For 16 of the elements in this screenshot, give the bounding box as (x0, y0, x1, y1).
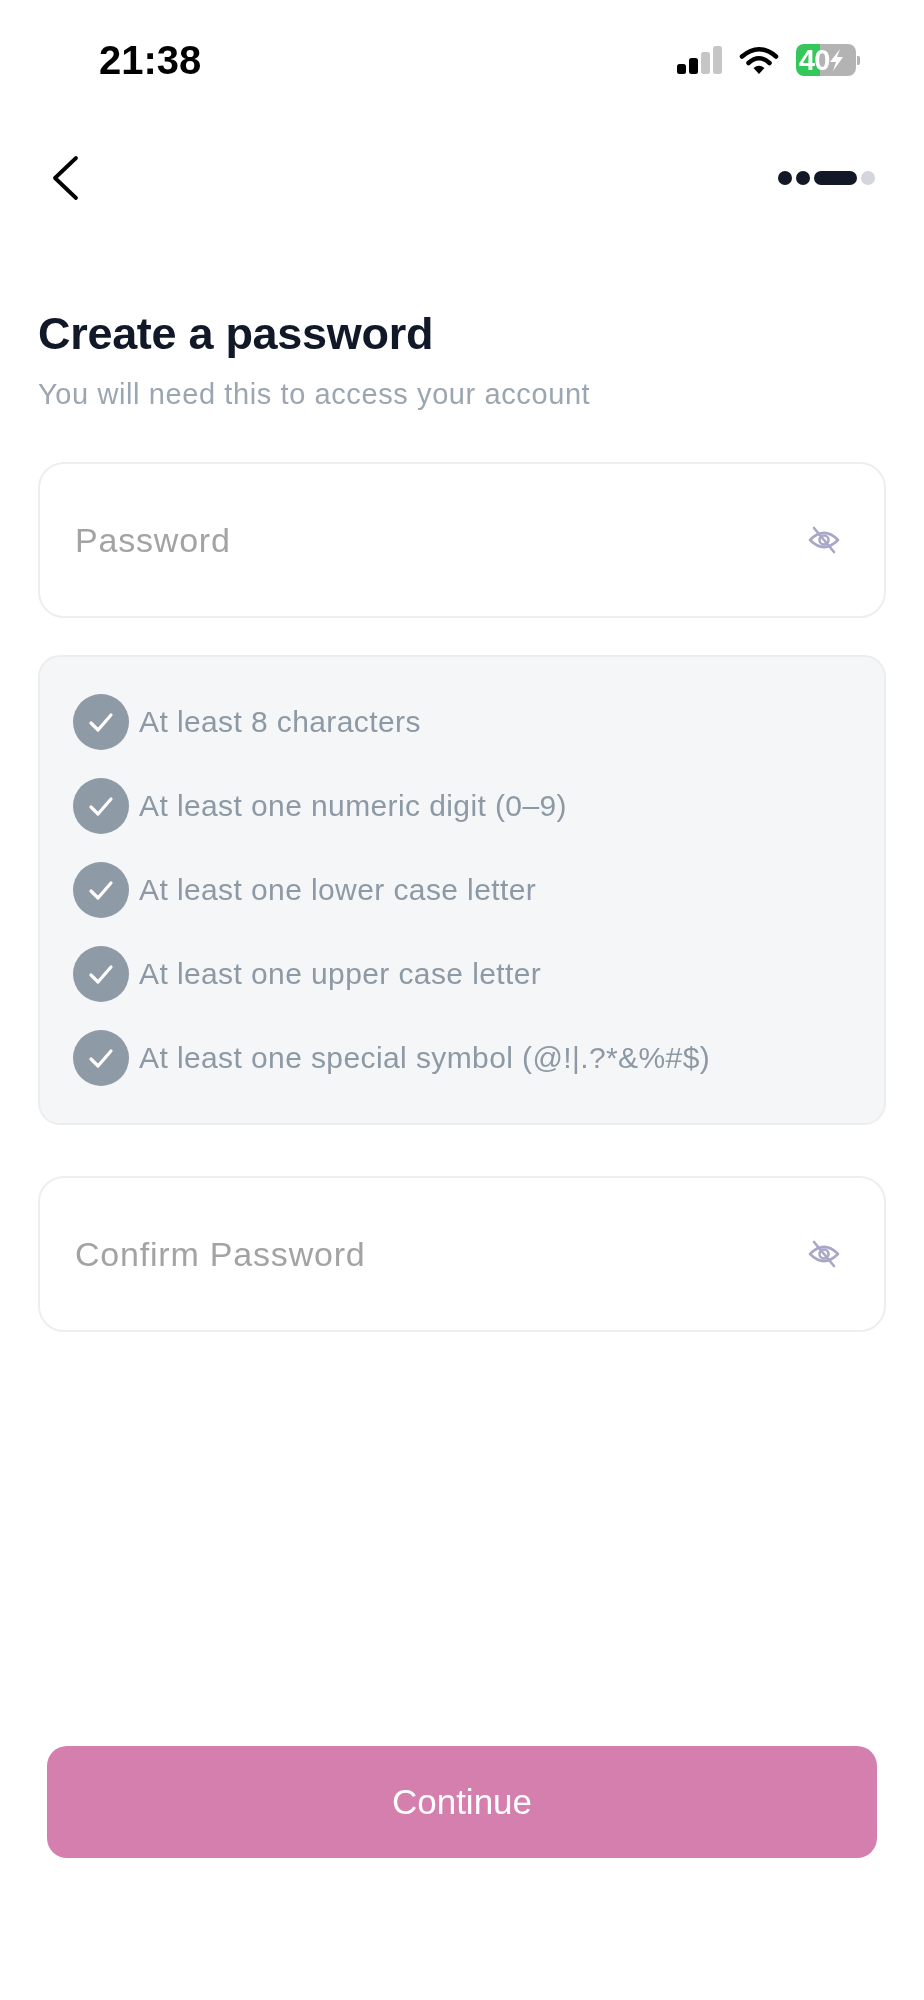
status-time: 21:38 (99, 40, 202, 80)
confirm-password-field[interactable]: Confirm Password (38, 1176, 886, 1332)
lightning-bolt-icon (830, 49, 844, 71)
password-field[interactable]: Password (38, 462, 886, 618)
eye-slash-icon[interactable] (808, 1239, 840, 1269)
back-chevron-icon[interactable] (50, 155, 80, 201)
requirement-text: At least 8 characters (139, 704, 421, 740)
requirement-text: At least one lower case letter (139, 872, 537, 908)
signal-icon (677, 46, 722, 74)
page-title: Create a password (38, 308, 435, 360)
wifi-icon (739, 45, 779, 75)
requirement-text: At least one special symbol (@!|.?*&%#$) (139, 1040, 711, 1076)
requirement-text: At least one upper case letter (139, 956, 542, 992)
page-subtitle: You will need this to access your account (38, 377, 592, 412)
eye-slash-icon[interactable] (808, 525, 840, 555)
requirement-text: At least one numeric digit (0–9) (139, 788, 567, 824)
